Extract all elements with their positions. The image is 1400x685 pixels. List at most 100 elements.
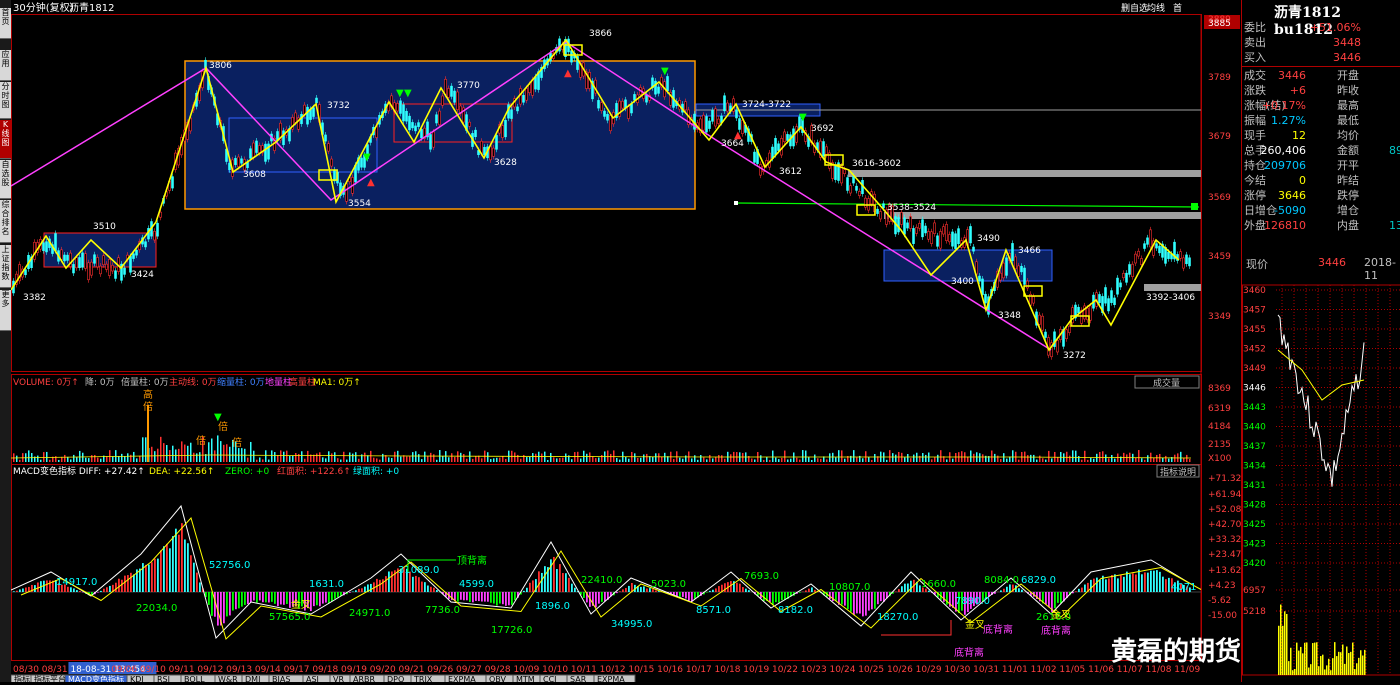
candle-body xyxy=(913,228,915,243)
candle-body xyxy=(1045,332,1047,337)
volume-bar xyxy=(643,454,645,462)
date-label-26: 10/22 xyxy=(772,665,798,675)
tick-volume-bar xyxy=(1360,650,1362,675)
price-axis-label-2: 3789 xyxy=(1208,73,1231,83)
candle-body xyxy=(304,105,306,114)
candle-body xyxy=(55,234,57,251)
quote-label2: 跌停 xyxy=(1337,188,1359,203)
macd-bar xyxy=(208,592,210,605)
candle-body xyxy=(1186,255,1188,264)
candle-body xyxy=(1078,307,1080,313)
volume-bar xyxy=(625,457,627,462)
candle-body xyxy=(973,247,975,251)
macd-bar xyxy=(421,582,423,592)
kline-chart-area[interactable]: 30分钟(复权)沥青1812删自选均线首38893885378936793569… xyxy=(11,0,1241,682)
macd-bar xyxy=(196,573,198,592)
price-annotation-10: 3724-3722 xyxy=(742,100,791,110)
macd-bar xyxy=(499,592,501,604)
date-label-28: 10/24 xyxy=(829,665,855,675)
macd-bar xyxy=(475,592,477,601)
macd-bar xyxy=(730,581,732,592)
macd-legend-3: 红面积: +122.6↑ xyxy=(277,465,351,477)
date-label-27: 10/23 xyxy=(801,665,827,675)
left-tab-4[interactable]: 自选股 xyxy=(0,160,11,199)
macd-label-2: 52756.0 xyxy=(209,560,250,571)
volume-bar xyxy=(193,453,195,462)
candle-body xyxy=(1144,244,1146,249)
intraday-minute-chart[interactable]: 3460345734553452344934463443344034373434… xyxy=(1242,280,1400,682)
tick-volume-bar xyxy=(1330,670,1332,675)
top-button-2[interactable]: 首 xyxy=(1173,2,1182,14)
left-tab-2[interactable]: 分时图 xyxy=(0,82,11,119)
green-line-start-marker xyxy=(734,201,738,205)
top-button-1[interactable]: 均线 xyxy=(1147,2,1165,14)
macd-bar xyxy=(433,588,435,592)
quote-label: 外盘 xyxy=(1244,218,1266,233)
candle-body xyxy=(781,138,783,155)
volume-legend-6: 高量柱 xyxy=(289,376,316,388)
macd-bar xyxy=(1126,572,1128,592)
macd-bar xyxy=(388,571,390,592)
volume-bar xyxy=(658,453,660,462)
tick-volume-bar xyxy=(1304,643,1306,675)
macd-label-12: 34995.0 xyxy=(611,619,652,630)
macd-bar xyxy=(1099,580,1101,592)
top-button-0[interactable]: 删自选 xyxy=(1121,2,1148,14)
volume-bar xyxy=(895,455,897,462)
price-annotation-18: 3400 xyxy=(951,277,974,287)
volume-bar xyxy=(679,458,681,462)
macd-bar xyxy=(265,592,267,602)
volume-bar xyxy=(574,452,576,462)
volume-bar xyxy=(427,456,429,462)
macd-bar xyxy=(118,579,120,592)
macd-bar xyxy=(871,592,873,609)
macd-legend-0: MACD变色指标 DIFF: +27.42↑ xyxy=(13,465,145,477)
macd-bar xyxy=(811,587,813,592)
macd-bar xyxy=(616,592,618,593)
volume-bar xyxy=(1111,455,1113,462)
tick-volume-bar xyxy=(1322,655,1324,675)
volume-bar xyxy=(925,455,927,462)
macd-bar xyxy=(1078,589,1080,592)
tick-volume-bar xyxy=(1342,645,1344,675)
volume-bar xyxy=(955,453,957,462)
macd-annotation-5: 底背离 xyxy=(983,623,1013,636)
volume-bar xyxy=(172,446,174,462)
left-tab-7[interactable]: 更多 xyxy=(0,290,11,331)
left-tab-1[interactable]: 应用 xyxy=(0,50,11,81)
chart-canvas[interactable]: 30分钟(复权)沥青1812删自选均线首38893885378936793569… xyxy=(11,0,1241,682)
macd-bar xyxy=(430,587,432,592)
volume-peak-bar xyxy=(147,405,149,462)
candle-body xyxy=(160,212,162,217)
left-tab-3[interactable]: K线图 xyxy=(0,120,11,159)
date-label-33: 10/31 xyxy=(973,665,999,675)
candle-body xyxy=(631,104,633,113)
candle-body xyxy=(739,119,741,130)
macd-label-21: 8084.0 xyxy=(984,575,1019,586)
volume-bar xyxy=(862,458,864,462)
candle-body xyxy=(571,51,573,62)
volume-bar xyxy=(322,457,324,462)
left-tab-0[interactable]: 首页 xyxy=(0,8,11,39)
macd-bar xyxy=(1060,592,1062,603)
volume-bar xyxy=(19,460,21,462)
quote-rows: 委比+51.06%卖出3448买入3446成交3446开盘涨跌+6昨收涨幅(结)… xyxy=(1242,20,1400,240)
volume-bar xyxy=(1150,453,1152,462)
candle-body xyxy=(610,115,612,130)
volume-bar xyxy=(184,445,186,462)
macd-bar xyxy=(256,592,258,603)
price-annotation-14: 3616-3602 xyxy=(852,159,901,169)
macd-bar xyxy=(775,592,777,602)
candle-body xyxy=(415,126,417,131)
macd-bar xyxy=(163,546,165,592)
macd-bar xyxy=(1156,570,1158,592)
volume-bar xyxy=(289,456,291,462)
volume-bar xyxy=(70,459,72,462)
left-tab-5[interactable]: 综合排名 xyxy=(0,200,11,243)
price-annotation-21: 3392-3406 xyxy=(1146,293,1195,303)
volume-bar xyxy=(196,453,198,462)
volume-axis-label-0: 8369 xyxy=(1208,384,1231,394)
macd-bar xyxy=(262,592,264,602)
macd-axis-label-4: +33.32 xyxy=(1208,535,1241,545)
left-tab-6[interactable]: 上证指数 xyxy=(0,245,11,288)
